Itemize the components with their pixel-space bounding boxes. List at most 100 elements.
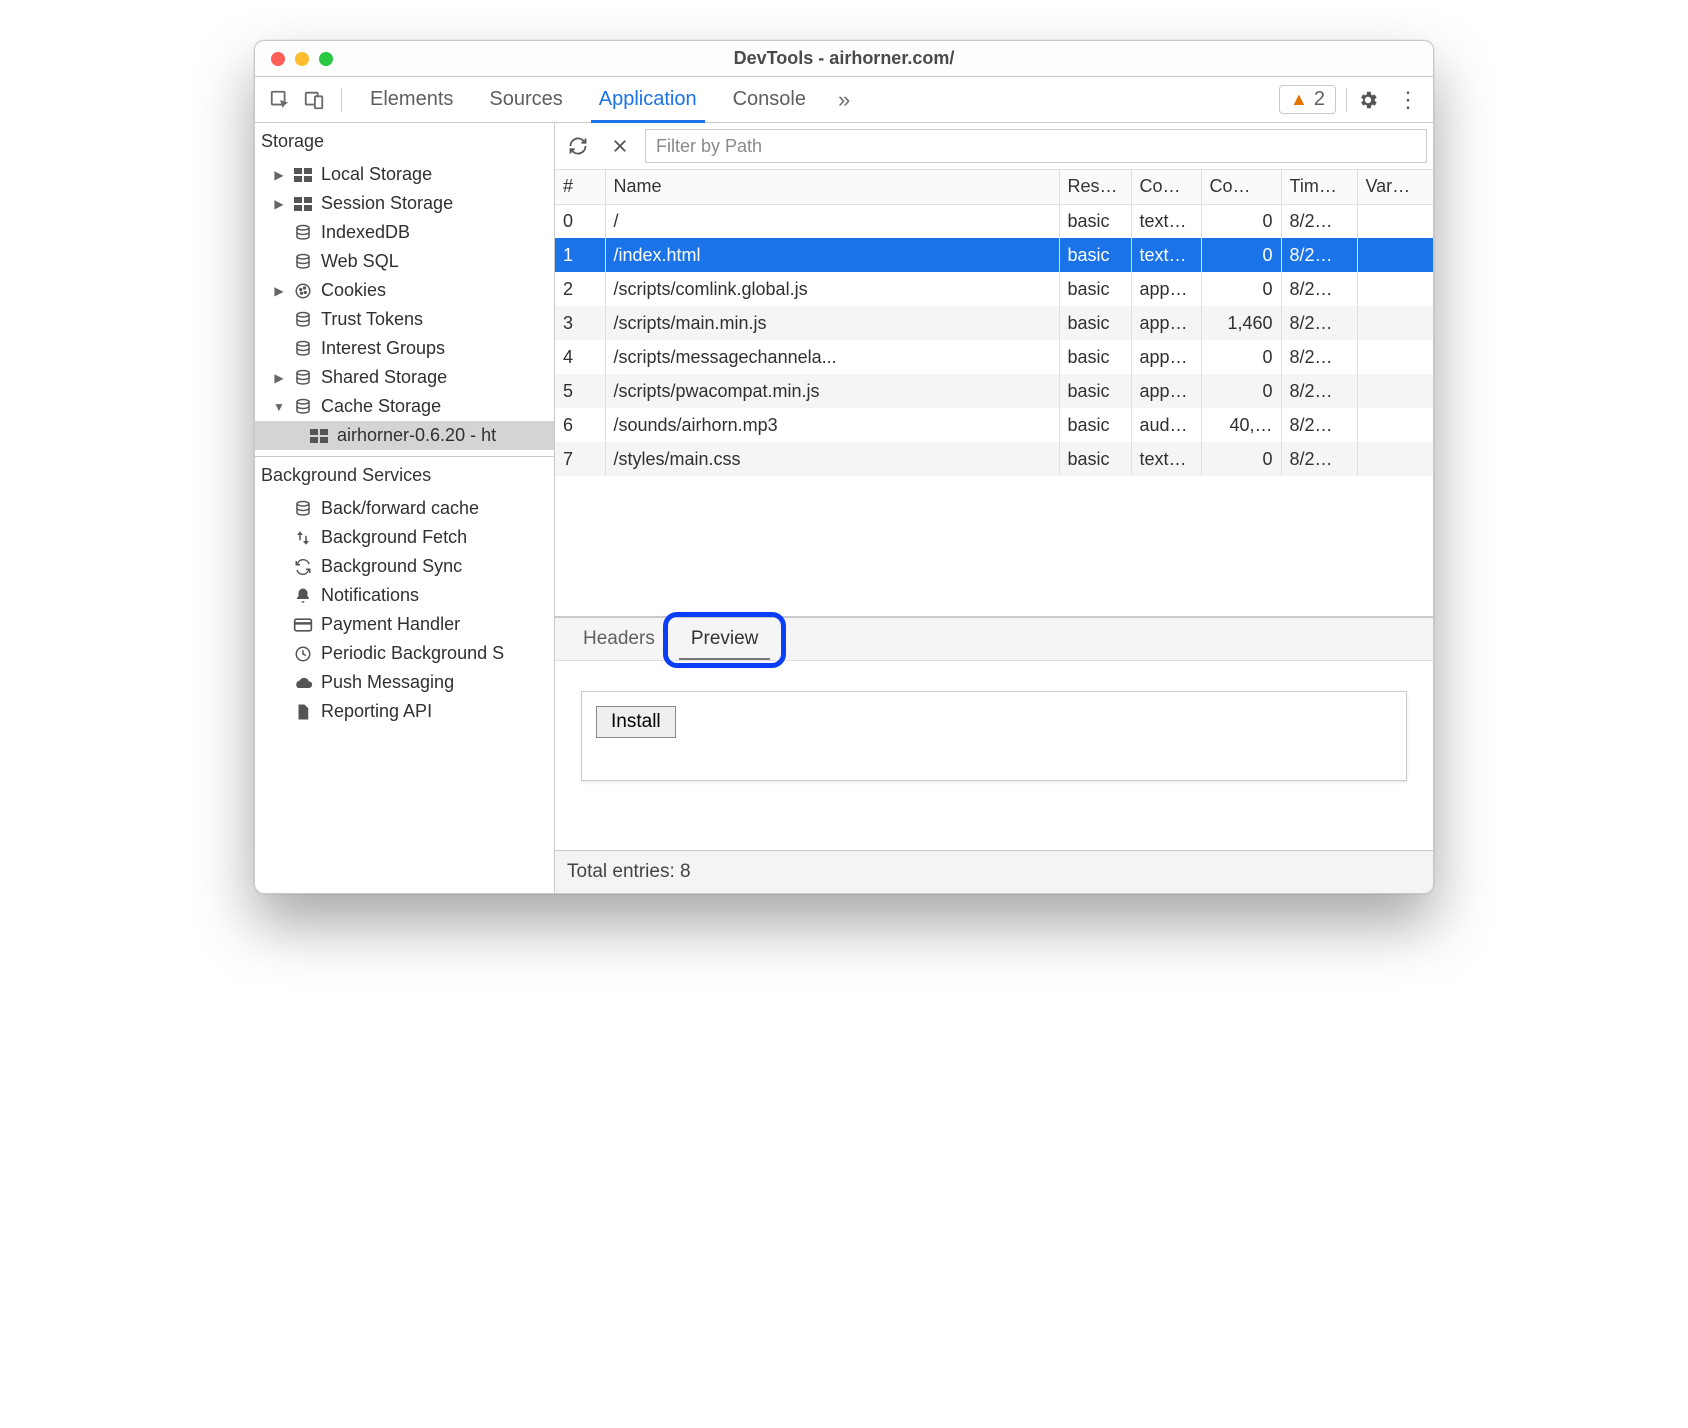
clear-icon[interactable] — [603, 131, 637, 161]
table-cell — [1357, 204, 1433, 238]
sidebar-item-airhorner-0-6-20-ht[interactable]: airhorner-0.6.20 - ht — [255, 421, 554, 450]
close-window-button[interactable] — [271, 52, 285, 66]
tab-application[interactable]: Application — [581, 77, 715, 122]
zoom-window-button[interactable] — [319, 52, 333, 66]
db-stack-icon — [293, 500, 313, 518]
table-cell: text… — [1131, 238, 1201, 272]
table-cell: app… — [1131, 306, 1201, 340]
sidebar-item-label: Reporting API — [321, 701, 432, 722]
column-header[interactable]: Tim… — [1281, 170, 1357, 204]
sidebar-item-label: Web SQL — [321, 251, 399, 272]
more-options-icon[interactable]: ⋮ — [1391, 87, 1425, 113]
sidebar-item-label: Push Messaging — [321, 672, 454, 693]
table-row[interactable]: 2/scripts/comlink.global.jsbasicapp…08/2… — [555, 272, 1433, 306]
table-row[interactable]: 1/index.htmlbasictext…08/2… — [555, 238, 1433, 272]
detail-tabs: HeadersPreview — [555, 617, 1433, 661]
table-row[interactable]: 5/scripts/pwacompat.min.jsbasicapp…08/2… — [555, 374, 1433, 408]
devtools-window: DevTools - airhorner.com/ ElementsSource… — [254, 40, 1434, 894]
device-toolbar-icon[interactable] — [297, 83, 331, 117]
table-cell: 0 — [1201, 442, 1281, 476]
sidebar-item-payment-handler[interactable]: Payment Handler — [255, 610, 554, 639]
sidebar-item-cache-storage[interactable]: ▼Cache Storage — [255, 392, 554, 421]
sidebar-item-label: Back/forward cache — [321, 498, 479, 519]
table-cell: basic — [1059, 204, 1131, 238]
sidebar-item-label: airhorner-0.6.20 - ht — [337, 425, 496, 446]
sidebar-item-indexeddb[interactable]: IndexedDB — [255, 218, 554, 247]
table-cell: / — [605, 204, 1059, 238]
sidebar-item-interest-groups[interactable]: Interest Groups — [255, 334, 554, 363]
table-cell: /styles/main.css — [605, 442, 1059, 476]
table-cell: 8/2… — [1281, 374, 1357, 408]
table-cell: app… — [1131, 272, 1201, 306]
chevron-down-icon[interactable]: ▼ — [273, 400, 285, 414]
table-row[interactable]: 7/styles/main.cssbasictext…08/2… — [555, 442, 1433, 476]
table-row[interactable]: 3/scripts/main.min.jsbasicapp…1,4608/2… — [555, 306, 1433, 340]
sidebar-item-label: Cookies — [321, 280, 386, 301]
column-header[interactable]: Name — [605, 170, 1059, 204]
inspect-element-icon[interactable] — [263, 83, 297, 117]
detail-tab-preview[interactable]: Preview — [673, 618, 777, 660]
preview-pane: Install — [555, 661, 1433, 850]
sidebar-item-reporting-api[interactable]: Reporting API — [255, 697, 554, 726]
column-header[interactable]: Var… — [1357, 170, 1433, 204]
filter-input[interactable] — [645, 129, 1427, 163]
status-footer: Total entries: 8 — [555, 850, 1433, 893]
tabbar-separator — [1346, 88, 1347, 112]
sidebar-item-periodic-background-s[interactable]: Periodic Background S — [255, 639, 554, 668]
clock-icon — [293, 645, 313, 663]
table-cell: 40,… — [1201, 408, 1281, 442]
sidebar-item-session-storage[interactable]: ▶ Session Storage — [255, 189, 554, 218]
sidebar-item-label: Background Sync — [321, 556, 462, 577]
tabbar-separator — [341, 88, 342, 112]
tab-console[interactable]: Console — [715, 77, 824, 122]
sidebar-item-local-storage[interactable]: ▶Local Storage — [255, 160, 554, 189]
sidebar-item-notifications[interactable]: Notifications — [255, 581, 554, 610]
tab-elements[interactable]: Elements — [352, 77, 471, 122]
table-row[interactable]: 6/sounds/airhorn.mp3basicaud…40,…8/2… — [555, 408, 1433, 442]
table-cell: 8/2… — [1281, 272, 1357, 306]
sidebar-item-label: Notifications — [321, 585, 419, 606]
detail-tab-headers[interactable]: Headers — [565, 618, 673, 660]
sidebar-item-background-fetch[interactable]: Background Fetch — [255, 523, 554, 552]
devtools-tabbar: ElementsSourcesApplicationConsole » ▲ 2 … — [255, 77, 1433, 123]
column-header[interactable]: Res… — [1059, 170, 1131, 204]
sidebar-item-label: Periodic Background S — [321, 643, 504, 664]
column-header[interactable]: Co… — [1201, 170, 1281, 204]
sidebar-item-cookies[interactable]: ▶ Cookies — [255, 276, 554, 305]
install-button[interactable]: Install — [596, 706, 676, 738]
table-cell: 5 — [555, 374, 605, 408]
table-cell: app… — [1131, 340, 1201, 374]
table-cell: 0 — [1201, 238, 1281, 272]
total-entries-label: Total entries: 8 — [567, 861, 691, 882]
sidebar-item-back-forward-cache[interactable]: Back/forward cache — [255, 494, 554, 523]
right-pane: #NameRes…Co…Co…Tim…Var… 0/basictext…08/2… — [555, 123, 1433, 893]
table-row[interactable]: 0/basictext…08/2… — [555, 204, 1433, 238]
updown-icon — [293, 529, 313, 547]
column-header[interactable]: Co… — [1131, 170, 1201, 204]
refresh-icon[interactable] — [561, 131, 595, 161]
chevron-right-icon[interactable]: ▶ — [273, 197, 285, 211]
sidebar-item-trust-tokens[interactable]: Trust Tokens — [255, 305, 554, 334]
chevron-right-icon[interactable]: ▶ — [273, 168, 285, 182]
table-cell: 3 — [555, 306, 605, 340]
sidebar-item-label: Session Storage — [321, 193, 453, 214]
table-cell: basic — [1059, 374, 1131, 408]
sidebar-item-background-sync[interactable]: Background Sync — [255, 552, 554, 581]
filter-toolbar — [555, 123, 1433, 170]
table-cell: 0 — [1201, 374, 1281, 408]
sidebar-item-web-sql[interactable]: Web SQL — [255, 247, 554, 276]
tab-sources[interactable]: Sources — [471, 77, 580, 122]
table-cell: /scripts/pwacompat.min.js — [605, 374, 1059, 408]
settings-icon[interactable] — [1357, 89, 1391, 111]
sidebar-item-push-messaging[interactable]: Push Messaging — [255, 668, 554, 697]
column-header[interactable]: # — [555, 170, 605, 204]
warnings-indicator[interactable]: ▲ 2 — [1279, 85, 1336, 114]
chevron-right-icon[interactable]: ▶ — [273, 284, 285, 298]
minimize-window-button[interactable] — [295, 52, 309, 66]
more-tabs-icon[interactable]: » — [824, 87, 864, 113]
table-cell — [1357, 272, 1433, 306]
sidebar-item-shared-storage[interactable]: ▶Shared Storage — [255, 363, 554, 392]
table-cell: 8/2… — [1281, 204, 1357, 238]
table-row[interactable]: 4/scripts/messagechannela...basicapp…08/… — [555, 340, 1433, 374]
chevron-right-icon[interactable]: ▶ — [273, 371, 285, 385]
